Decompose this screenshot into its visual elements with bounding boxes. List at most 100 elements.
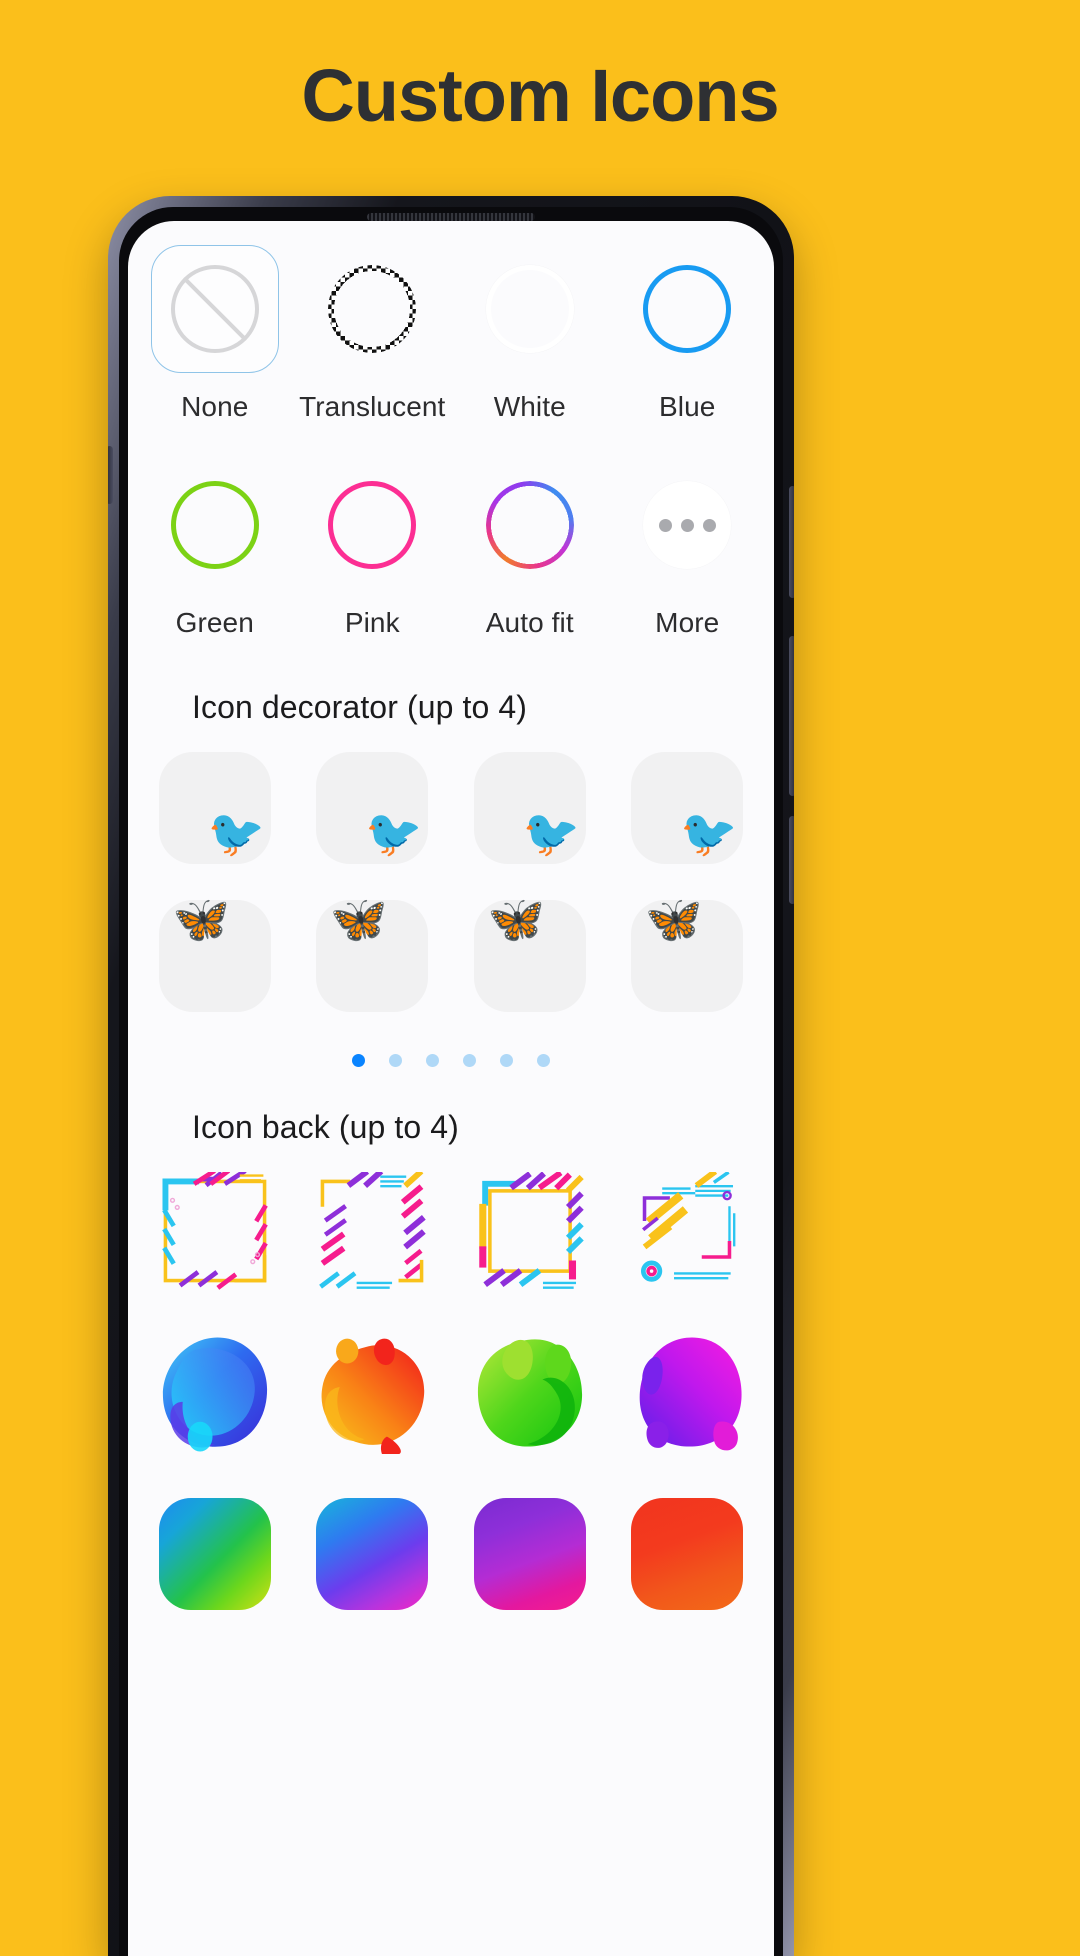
decorator-cell[interactable]: 🐦 [609,752,767,864]
icon-shape-option-auto-fit[interactable]: Auto fit [451,455,609,637]
icon-shape-swatch-none[interactable] [150,245,279,373]
blob-magenta-icon[interactable] [625,1330,749,1454]
pagination-dot-3[interactable] [426,1054,439,1067]
green-ring-icon [170,481,259,569]
icon-back-cell[interactable] [294,1172,452,1290]
memphis-frame-4-icon[interactable] [628,1172,746,1290]
decorator-cell[interactable]: 🦋 [451,896,609,1012]
icon-shape-option-more[interactable]: More [609,455,767,637]
icon-shape-option-translucent[interactable]: Translucent [294,239,452,421]
decorator-cell[interactable]: 🦋 [294,896,452,1012]
pagination-dot-2[interactable] [389,1054,402,1067]
decorator-cell[interactable]: 🐦 [294,752,452,864]
monarch-butterfly-icon: 🦋 [172,893,231,945]
squircle-purple-pink-icon[interactable] [473,1498,586,1610]
decorator-cell[interactable]: 🐦 [136,752,294,864]
squircle-blue-green-icon[interactable] [158,1498,271,1610]
icon-back-cell[interactable] [294,1330,452,1454]
icon-shape-label: Green [175,607,254,638]
more-dot [658,518,672,532]
icon-shape-row-1: None Translucent White Blue [136,239,766,421]
phone-bezel: None Translucent White Blue Green Pink A… [119,207,783,1956]
blob-orange-icon[interactable] [310,1330,434,1454]
phone-volume-up-button[interactable] [789,486,794,598]
icon-shape-option-pink[interactable]: Pink [294,455,452,637]
memphis-frame-3-icon[interactable] [471,1172,589,1290]
icon-back-heading: Icon back (up to 4) [192,1109,459,1145]
icon-shape-swatch-white[interactable] [466,245,594,373]
icon-decorator-row-1: 🐦 🐦 🐦 🐦 [136,752,766,864]
kingfisher-bird-icon: 🐦 [364,807,423,859]
icon-shape-swatch-translucent[interactable] [308,245,436,373]
icon-shape-swatch-green[interactable] [151,461,279,589]
decorator-tile-monarch-butterfly[interactable]: 🦋 [158,896,271,1012]
icon-back-cell[interactable] [136,1498,294,1610]
icon-shape-label: Translucent [299,391,446,422]
more-dot [702,518,716,532]
pagination-dot-4[interactable] [463,1054,476,1067]
squircle-red-orange-icon[interactable] [631,1498,744,1610]
pink-butterfly-icon: 🦋 [487,893,546,945]
blue-ring-icon [643,265,732,353]
icon-back-blobs-row [136,1330,766,1454]
more-dot [680,518,694,532]
icon-back-cell[interactable] [451,1172,609,1290]
decorator-tile-blue-butterfly[interactable]: 🦋 [316,896,429,1012]
icon-back-cell[interactable] [136,1330,294,1454]
icon-shape-label: Blue [659,391,716,422]
decorator-cell[interactable]: 🐦 [451,752,609,864]
blob-blue-icon[interactable] [153,1330,277,1454]
icon-back-cell[interactable] [609,1330,767,1454]
icon-back-cell[interactable] [294,1498,452,1610]
checkered-ring-icon [328,265,417,353]
icon-shape-option-white[interactable]: White [451,239,609,421]
sparrow-bird-icon: 🐦 [522,807,580,859]
decorator-cell[interactable]: 🦋 [609,896,767,1012]
decorator-tile-kingfisher-bird[interactable]: 🐦 [316,752,429,864]
decorator-tile-tit-bird[interactable]: 🐦 [631,752,744,864]
icon-shape-label: Auto fit [485,607,574,638]
icon-shape-swatch-more[interactable] [623,461,751,589]
blue-butterfly-icon: 🦋 [330,893,388,945]
icon-back-squircles-row [136,1498,766,1610]
pagination-dot-5[interactable] [500,1054,513,1067]
phone-left-button[interactable] [108,446,113,504]
decorator-tile-pink-butterfly[interactable]: 🦋 [473,896,586,1012]
icon-shape-option-none[interactable]: None [136,239,294,421]
icon-shape-option-blue[interactable]: Blue [609,239,767,421]
page-title: Custom Icons [301,53,779,137]
white-ring-icon [485,265,574,353]
memphis-frame-2-icon[interactable] [313,1172,431,1290]
pagination-dot-1[interactable] [352,1054,365,1067]
decorator-tile-sparrow-bird[interactable]: 🐦 [473,752,586,864]
icon-shape-swatch-blue[interactable] [623,245,751,373]
decorator-cell[interactable]: 🦋 [136,896,294,1012]
decorator-tile-red-butterfly[interactable]: 🦋 [631,896,744,1012]
icon-back-cell[interactable] [609,1498,767,1610]
icon-shape-label: None [181,391,249,422]
icon-back-frames-row [136,1172,766,1290]
more-dots-icon [643,481,732,569]
memphis-frame-1-icon[interactable] [156,1172,274,1290]
settings-content: None Translucent White Blue Green Pink A… [128,221,774,1610]
icon-back-cell[interactable] [136,1172,294,1290]
decorator-pagination[interactable] [136,1054,766,1067]
squircle-cyan-magenta-icon[interactable] [316,1498,429,1610]
phone-power-button[interactable] [789,816,794,904]
tit-bird-icon: 🐦 [679,807,738,859]
icon-shape-swatch-auto-fit[interactable] [466,461,594,589]
icon-shape-option-green[interactable]: Green [136,455,294,637]
pagination-dot-6[interactable] [537,1054,550,1067]
blob-green-icon[interactable] [468,1330,592,1454]
earpiece-speaker-icon [367,213,535,221]
icon-back-cell[interactable] [451,1498,609,1610]
prohibited-circle-icon [170,265,259,353]
icon-shape-row-2: Green Pink Auto fit More [136,455,766,637]
pink-ring-icon [328,481,417,569]
decorator-tile-cardinal-bird[interactable]: 🐦 [158,752,271,864]
icon-decorator-heading: Icon decorator (up to 4) [192,689,528,725]
phone-volume-down-button[interactable] [789,636,794,796]
icon-back-cell[interactable] [451,1330,609,1454]
icon-shape-swatch-pink[interactable] [308,461,436,589]
icon-back-cell[interactable] [609,1172,767,1290]
